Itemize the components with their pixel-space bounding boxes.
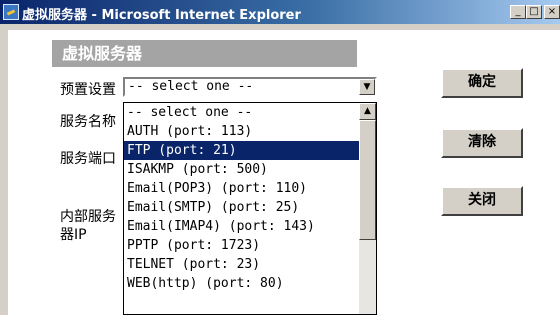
- dropdown-options: -- select one -- AUTH (port: 113) FTP (por…: [124, 103, 360, 293]
- dropdown-scrollbar[interactable]: ▲: [359, 103, 376, 314]
- close-button[interactable]: 关闭: [441, 186, 523, 216]
- ok-button[interactable]: 确定: [441, 68, 523, 98]
- service-name-label: 服务名称: [60, 114, 116, 130]
- preset-select[interactable]: -- select one -- ▼: [123, 77, 377, 97]
- scroll-up-arrow-icon[interactable]: ▲: [359, 103, 376, 120]
- preset-label: 预置设置: [60, 82, 116, 98]
- dropdown-option[interactable]: -- select one --: [124, 103, 360, 122]
- service-port-label: 服务端口: [60, 151, 116, 167]
- clear-button[interactable]: 清除: [441, 128, 523, 158]
- dropdown-option[interactable]: TELNET (port: 23): [124, 255, 360, 274]
- section-header: 虚拟服务器: [52, 40, 357, 67]
- dropdown-option[interactable]: FTP (port: 21): [124, 141, 360, 160]
- minimize-button[interactable]: _: [510, 5, 526, 19]
- dropdown-option[interactable]: PPTP (port: 1723): [124, 236, 360, 255]
- ie-app-icon: [3, 4, 19, 20]
- dropdown-option[interactable]: ISAKMP (port: 500): [124, 160, 360, 179]
- window-titlebar: 虚拟服务器 - Microsoft Internet Explorer _ □ …: [0, 0, 560, 24]
- preset-select-value: -- select one --: [128, 79, 254, 94]
- window-title: 虚拟服务器 - Microsoft Internet Explorer: [22, 8, 301, 23]
- dropdown-arrow-icon[interactable]: ▼: [359, 79, 375, 95]
- internal-ip-label-line2: 器IP: [60, 227, 87, 243]
- dropdown-option[interactable]: Email(SMTP) (port: 25): [124, 198, 360, 217]
- scrollbar-thumb[interactable]: [359, 120, 376, 240]
- preset-dropdown-list[interactable]: -- select one -- AUTH (port: 113) FTP (por…: [123, 102, 377, 315]
- dropdown-option[interactable]: WEB(http) (port: 80): [124, 274, 360, 293]
- close-window-button[interactable]: ×: [544, 5, 560, 19]
- dropdown-option[interactable]: Email(IMAP4) (port: 143): [124, 217, 360, 236]
- internal-ip-label-line1: 内部服务: [60, 209, 116, 225]
- dropdown-option[interactable]: Email(POP3) (port: 110): [124, 179, 360, 198]
- maximize-button[interactable]: □: [526, 5, 542, 19]
- dropdown-option[interactable]: AUTH (port: 113): [124, 122, 360, 141]
